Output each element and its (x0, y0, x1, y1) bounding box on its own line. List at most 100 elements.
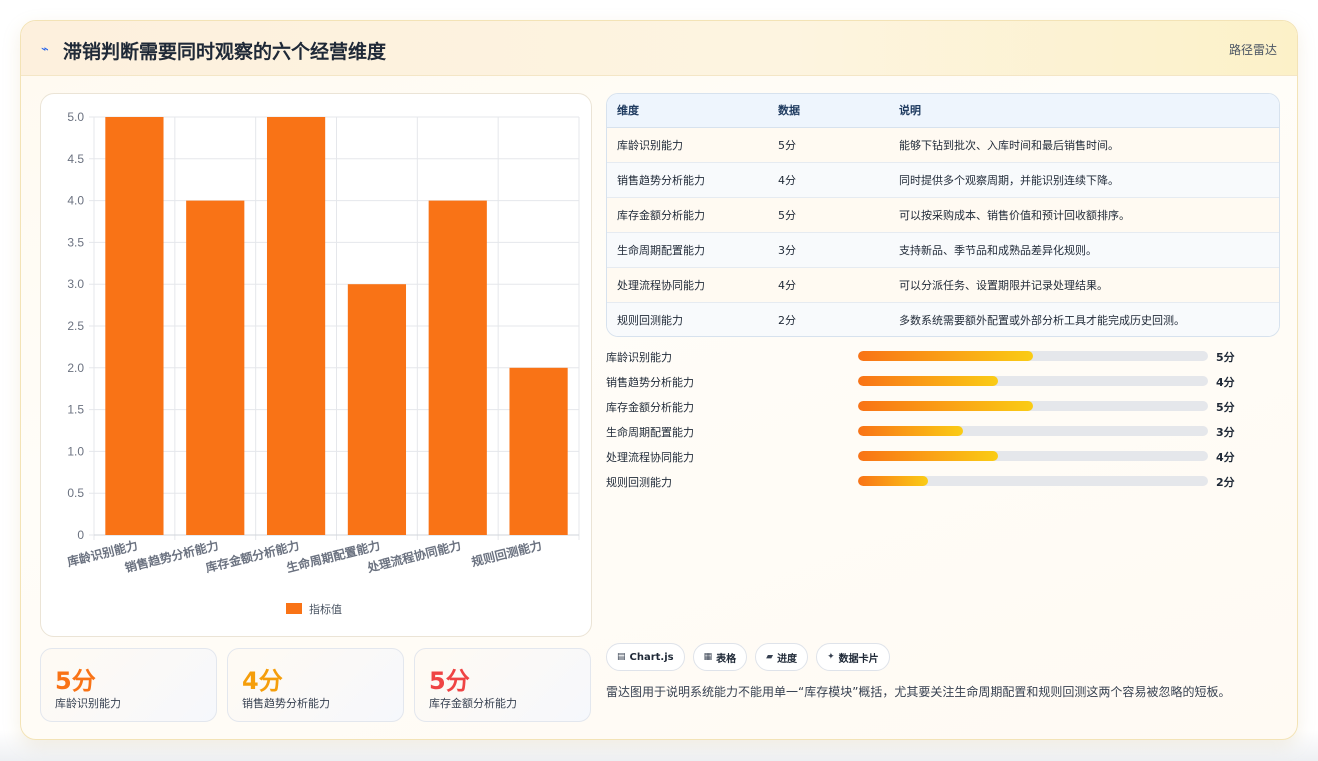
x-tick-label: 规则回测能力 (470, 537, 544, 569)
table-icon: ▦ (703, 652, 713, 662)
stat-value: 5分 (55, 667, 96, 695)
progress-label: 库龄识别能力 (606, 351, 672, 364)
stat-value: 4分 (242, 667, 283, 695)
progress-track (858, 476, 1208, 486)
cell-dimension: 规则回测能力 (617, 313, 683, 327)
stat-card: 5分 库存金额分析能力 (414, 648, 591, 722)
progress-list: 库龄识别能力 5分 销售趋势分析能力 4分 库存金额分析能力 5分 生命周期配置… (606, 346, 1280, 496)
progress-label: 生命周期配置能力 (606, 426, 694, 439)
page-title: 滞销判断需要同时观察的六个经营维度 (63, 41, 387, 63)
cell-score: 5分 (778, 208, 796, 222)
chip-label: 表格 (716, 653, 737, 665)
progress-value: 4分 (1216, 376, 1235, 389)
chip-data-card[interactable]: ✦ 数据卡片 (816, 643, 890, 671)
progress-track (858, 451, 1208, 461)
y-tick-label: 5.0 (67, 110, 84, 124)
progress-fill (858, 351, 1033, 361)
cell-description: 多数系统需要额外配置或外部分析工具才能完成历史回测。 (899, 313, 1185, 327)
chip-table[interactable]: ▦ 表格 (692, 643, 748, 671)
chip-progress[interactable]: ▰ 进度 (755, 643, 809, 671)
progress-track (858, 401, 1208, 411)
bar-chart-panel: 0 0.5 1.0 1.5 2.0 2.5 3.0 3.5 4.0 4.5 5.0 库龄识别能力 销售趋… (40, 93, 592, 637)
progress-row: 规则回测能力 2分 (606, 471, 1280, 496)
chip-label: 数据卡片 (838, 653, 879, 665)
chip-label: Chart.js (629, 651, 674, 663)
progress-track (858, 376, 1208, 386)
cell-description: 同时提供多个观察周期，并能识别连续下降。 (899, 173, 1119, 187)
y-tick-label: 2.0 (67, 361, 84, 375)
table-row: 生命周期配置能力 3分 支持新品、季节品和成熟品差异化规则。 (607, 232, 1279, 267)
cell-score: 3分 (778, 243, 796, 257)
progress-value: 5分 (1216, 351, 1235, 364)
table-row: 处理流程协同能力 4分 可以分派任务、设置期限并记录处理结果。 (607, 267, 1279, 302)
progress-label: 规则回测能力 (606, 476, 672, 489)
chart-bar (347, 284, 407, 535)
table-row: 库存金额分析能力 5分 可以按采购成本、销售价值和预计回收额排序。 (607, 197, 1279, 232)
chart-bar (186, 200, 245, 535)
y-tick-label: 3.5 (67, 235, 84, 249)
table-header-row: 维度 数据 说明 (607, 94, 1279, 128)
legend-swatch (286, 603, 302, 614)
progress-label: 库存金额分析能力 (606, 401, 694, 414)
trend-icon: ⌁ (41, 42, 49, 57)
progress-row: 库龄识别能力 5分 (606, 346, 1280, 371)
tag-chips: ▤ Chart.js ▦ 表格 ▰ 进度 ✦ 数据卡片 (606, 643, 890, 671)
table-row: 规则回测能力 2分 多数系统需要额外配置或外部分析工具才能完成历史回测。 (607, 302, 1279, 336)
y-tick-label: 2.5 (67, 319, 84, 333)
chip-label: 进度 (777, 653, 798, 665)
bar-chart: 00.51.01.52.02.53.03.54.04.55.0库龄识别能力销售趋… (66, 110, 580, 616)
y-tick-label: 1.0 (67, 444, 84, 458)
stat-value: 5分 (429, 667, 470, 695)
table-row: 销售趋势分析能力 4分 同时提供多个观察周期，并能识别连续下降。 (607, 162, 1279, 197)
chart-bar (105, 117, 164, 535)
progress-value: 4分 (1216, 451, 1235, 464)
dimension-table: 维度 数据 说明 库龄识别能力 5分 能够下钻到批次、入库时间和最后销售时间。 … (606, 93, 1280, 337)
chart-icon: ▤ (617, 652, 626, 662)
cell-dimension: 库存金额分析能力 (617, 208, 705, 222)
column-header-data: 数据 (768, 94, 889, 128)
progress-fill (858, 401, 1033, 411)
progress-value: 5分 (1216, 401, 1235, 414)
progress-fill (858, 451, 998, 461)
cell-description: 能够下钻到批次、入库时间和最后销售时间。 (899, 138, 1119, 152)
cell-dimension: 生命周期配置能力 (617, 243, 705, 257)
y-tick-label: 4.5 (67, 152, 84, 166)
cell-score: 4分 (778, 173, 796, 187)
progress-row: 库存金额分析能力 5分 (606, 396, 1280, 421)
card-icon: ✦ (827, 652, 835, 662)
cell-dimension: 销售趋势分析能力 (617, 173, 705, 187)
stat-card: 4分 销售趋势分析能力 (227, 648, 404, 722)
progress-fill (858, 426, 963, 436)
progress-track (858, 426, 1208, 436)
cell-description: 可以分派任务、设置期限并记录处理结果。 (899, 278, 1108, 292)
cell-dimension: 处理流程协同能力 (617, 278, 705, 292)
data-table: 维度 数据 说明 库龄识别能力 5分 能够下钻到批次、入库时间和最后销售时间。 … (607, 94, 1279, 336)
main-card: ⌁ 滞销判断需要同时观察的六个经营维度 路径雷达 0 0.5 1.0 1.5 2.0 2.… (20, 20, 1298, 740)
card-header: ⌁ 滞销判断需要同时观察的六个经营维度 路径雷达 (21, 21, 1297, 76)
progress-value: 3分 (1216, 426, 1235, 439)
y-tick-label: 0.5 (67, 486, 84, 500)
progress-label: 销售趋势分析能力 (606, 376, 694, 389)
stat-label: 销售趋势分析能力 (242, 697, 330, 710)
chart-bar (509, 367, 568, 535)
stat-label: 库龄识别能力 (55, 697, 121, 710)
legend-label: 指标值 (309, 602, 342, 616)
column-header-description: 说明 (889, 94, 1279, 128)
progress-fill (858, 376, 998, 386)
y-tick-label: 0 (77, 528, 84, 542)
y-tick-label: 4.0 (67, 194, 84, 208)
cell-score: 4分 (778, 278, 796, 292)
stat-card: 5分 库龄识别能力 (40, 648, 217, 722)
progress-label: 处理流程协同能力 (606, 451, 694, 464)
progress-row: 销售趋势分析能力 4分 (606, 371, 1280, 396)
header-tag: 路径雷达 (1228, 43, 1277, 57)
chart-bar (428, 200, 487, 535)
y-tick-label: 3.0 (67, 277, 84, 291)
y-tick-label: 1.5 (67, 403, 84, 417)
chart-note: 雷达图用于说明系统能力不能用单一“库存模块”概括，尤其要关注生命周期配置和规则回… (606, 685, 1231, 699)
cell-score: 5分 (778, 138, 796, 152)
progress-track (858, 351, 1208, 361)
chip-chartjs[interactable]: ▤ Chart.js (606, 643, 685, 671)
chart-bar (266, 117, 326, 535)
cell-dimension: 库龄识别能力 (617, 138, 683, 152)
